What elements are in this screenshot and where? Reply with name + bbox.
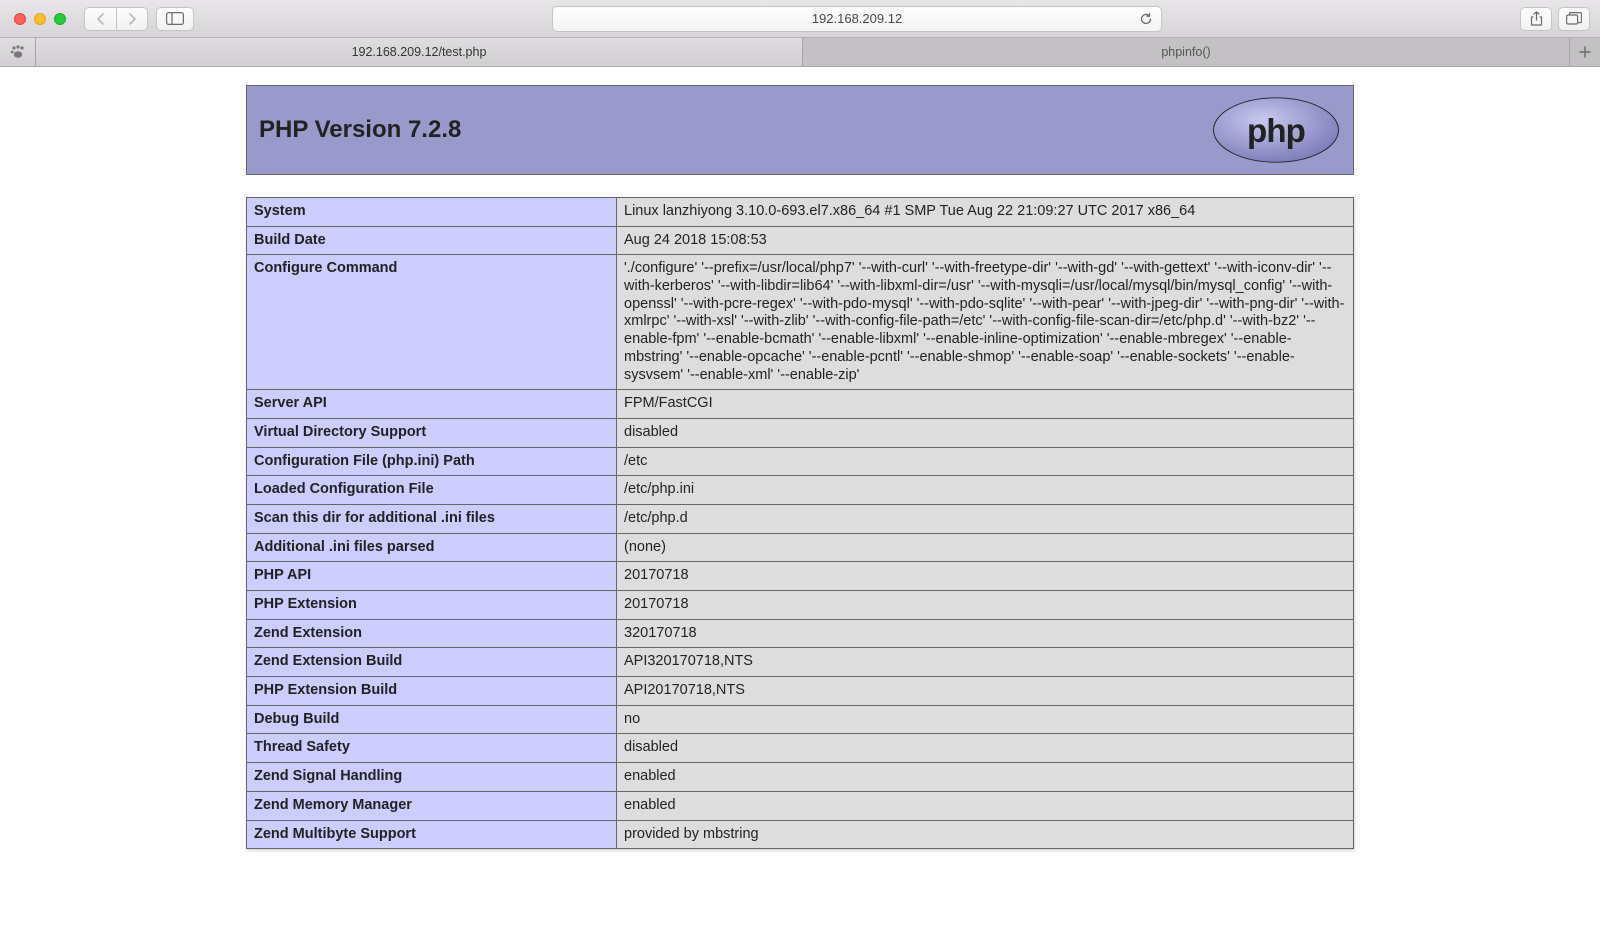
config-key: Zend Signal Handling — [247, 763, 617, 792]
config-key: Zend Memory Manager — [247, 791, 617, 820]
plus-icon — [1579, 46, 1591, 58]
nav-buttons — [84, 7, 148, 31]
config-key: Configuration File (php.ini) Path — [247, 447, 617, 476]
paw-icon — [10, 45, 26, 59]
zoom-window-button[interactable] — [54, 13, 66, 25]
config-key: Loaded Configuration File — [247, 476, 617, 505]
table-row: Virtual Directory Supportdisabled — [247, 418, 1354, 447]
tabs-icon — [1566, 12, 1582, 25]
config-key: PHP API — [247, 562, 617, 591]
table-row: Build DateAug 24 2018 15:08:53 — [247, 226, 1354, 255]
address-text: 192.168.209.12 — [812, 11, 902, 26]
php-logo: php — [1211, 96, 1341, 164]
config-key: System — [247, 198, 617, 227]
config-value: FPM/FastCGI — [617, 390, 1354, 419]
tab-label: phpinfo() — [1161, 45, 1210, 59]
table-row: Debug Buildno — [247, 705, 1354, 734]
toolbar-right — [1520, 7, 1590, 31]
table-row: Loaded Configuration File/etc/php.ini — [247, 476, 1354, 505]
page-content: PHP Version 7.2.8 php SystemLinux lanzhi… — [0, 67, 1600, 849]
close-window-button[interactable] — [14, 13, 26, 25]
reload-button[interactable] — [1139, 12, 1153, 26]
config-value: 20170718 — [617, 591, 1354, 620]
config-key: Thread Safety — [247, 734, 617, 763]
config-key: Configure Command — [247, 255, 617, 390]
config-value: provided by mbstring — [617, 820, 1354, 849]
table-row: Scan this dir for additional .ini files/… — [247, 504, 1354, 533]
show-tabs-button[interactable] — [1558, 7, 1590, 31]
config-value: disabled — [617, 734, 1354, 763]
table-row: Zend Signal Handlingenabled — [247, 763, 1354, 792]
config-key: Zend Extension — [247, 619, 617, 648]
table-row: Additional .ini files parsed(none) — [247, 533, 1354, 562]
config-value: /etc — [617, 447, 1354, 476]
config-value: disabled — [617, 418, 1354, 447]
config-value: './configure' '--prefix=/usr/local/php7'… — [617, 255, 1354, 390]
forward-button[interactable] — [116, 7, 148, 31]
config-value: Aug 24 2018 15:08:53 — [617, 226, 1354, 255]
window-controls — [14, 13, 66, 25]
table-row: Zend Extension BuildAPI320170718,NTS — [247, 648, 1354, 677]
table-row: PHP API20170718 — [247, 562, 1354, 591]
share-icon — [1530, 11, 1543, 26]
config-value: 320170718 — [617, 619, 1354, 648]
table-row: Configuration File (php.ini) Path/etc — [247, 447, 1354, 476]
tab-1[interactable]: 192.168.209.12/test.php — [36, 38, 803, 66]
new-tab-button[interactable] — [1570, 38, 1600, 66]
config-key: PHP Extension — [247, 591, 617, 620]
config-value: enabled — [617, 763, 1354, 792]
config-value: 20170718 — [617, 562, 1354, 591]
tab-2[interactable]: phpinfo() — [803, 38, 1570, 66]
browser-toolbar: 192.168.209.12 — [0, 0, 1600, 38]
table-row: Configure Command'./configure' '--prefix… — [247, 255, 1354, 390]
chevron-right-icon — [128, 13, 137, 25]
table-row: Server APIFPM/FastCGI — [247, 390, 1354, 419]
config-key: Zend Multibyte Support — [247, 820, 617, 849]
config-key: PHP Extension Build — [247, 677, 617, 706]
config-value: (none) — [617, 533, 1354, 562]
share-button[interactable] — [1520, 7, 1552, 31]
svg-text:php: php — [1247, 113, 1305, 150]
config-key: Scan this dir for additional .ini files — [247, 504, 617, 533]
php-version-title: PHP Version 7.2.8 — [259, 116, 461, 144]
address-bar[interactable]: 192.168.209.12 — [552, 6, 1162, 32]
config-key: Additional .ini files parsed — [247, 533, 617, 562]
config-value: API20170718,NTS — [617, 677, 1354, 706]
config-value: /etc/php.d — [617, 504, 1354, 533]
tab-label: 192.168.209.12/test.php — [352, 45, 487, 59]
table-row: PHP Extension20170718 — [247, 591, 1354, 620]
config-value: /etc/php.ini — [617, 476, 1354, 505]
sidebar-button[interactable] — [156, 7, 194, 31]
config-key: Zend Extension Build — [247, 648, 617, 677]
back-button[interactable] — [84, 7, 116, 31]
phpinfo-table: SystemLinux lanzhiyong 3.10.0-693.el7.x8… — [246, 197, 1354, 849]
table-row: Thread Safetydisabled — [247, 734, 1354, 763]
table-row: Zend Extension320170718 — [247, 619, 1354, 648]
favorites-tab[interactable] — [0, 38, 36, 66]
table-row: PHP Extension BuildAPI20170718,NTS — [247, 677, 1354, 706]
tab-bar: 192.168.209.12/test.php phpinfo() — [0, 38, 1600, 67]
chevron-left-icon — [96, 13, 105, 25]
config-value: no — [617, 705, 1354, 734]
sidebar-icon — [166, 12, 184, 25]
config-key: Server API — [247, 390, 617, 419]
table-row: Zend Multibyte Supportprovided by mbstri… — [247, 820, 1354, 849]
config-value: API320170718,NTS — [617, 648, 1354, 677]
config-key: Virtual Directory Support — [247, 418, 617, 447]
config-key: Build Date — [247, 226, 617, 255]
minimize-window-button[interactable] — [34, 13, 46, 25]
reload-icon — [1139, 12, 1153, 26]
table-row: SystemLinux lanzhiyong 3.10.0-693.el7.x8… — [247, 198, 1354, 227]
config-key: Debug Build — [247, 705, 617, 734]
config-value: enabled — [617, 791, 1354, 820]
table-row: Zend Memory Managerenabled — [247, 791, 1354, 820]
phpinfo-header: PHP Version 7.2.8 php — [246, 85, 1354, 175]
config-value: Linux lanzhiyong 3.10.0-693.el7.x86_64 #… — [617, 198, 1354, 227]
